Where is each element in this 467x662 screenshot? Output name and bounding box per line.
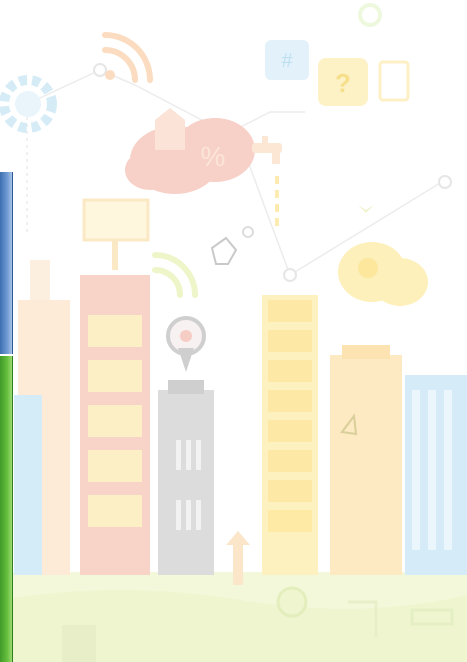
film-strip: [62, 625, 96, 662]
city-illustration-background: # ? %: [0, 0, 467, 662]
info-cloud-icon: [338, 242, 428, 306]
heart-badge-icon: [276, 586, 308, 618]
water-drops: [275, 176, 279, 226]
sale-cloud-icon: %: [125, 108, 255, 194]
birds: [358, 205, 374, 213]
billboard: [82, 198, 150, 270]
network-node: [438, 175, 452, 189]
side-panel-blue: [0, 172, 13, 354]
gear-icon: [0, 75, 57, 133]
svg-text:%: %: [201, 141, 226, 172]
hand-cursor-icon: [210, 236, 238, 265]
settings-icon: [358, 3, 382, 27]
network-node: [242, 226, 254, 238]
svg-text:#: #: [281, 50, 293, 72]
city-skyline-graphic: # ? %: [0, 3, 467, 662]
question-bubble-icon: ?: [318, 58, 368, 106]
location-pin-icon: [166, 316, 206, 372]
buildings: [14, 260, 467, 575]
network-node: [283, 268, 297, 282]
svg-text:?: ?: [335, 68, 351, 98]
phone-icon: [378, 60, 410, 102]
wifi-icon: [152, 252, 198, 298]
wifi-icon: [102, 32, 153, 83]
building: [330, 355, 402, 575]
tap-icon: [252, 136, 282, 164]
building: [158, 390, 214, 575]
hashtag-bubble-icon: #: [265, 40, 309, 80]
network-node: [93, 63, 107, 77]
building: [14, 395, 42, 575]
side-panel-green: [0, 356, 13, 662]
